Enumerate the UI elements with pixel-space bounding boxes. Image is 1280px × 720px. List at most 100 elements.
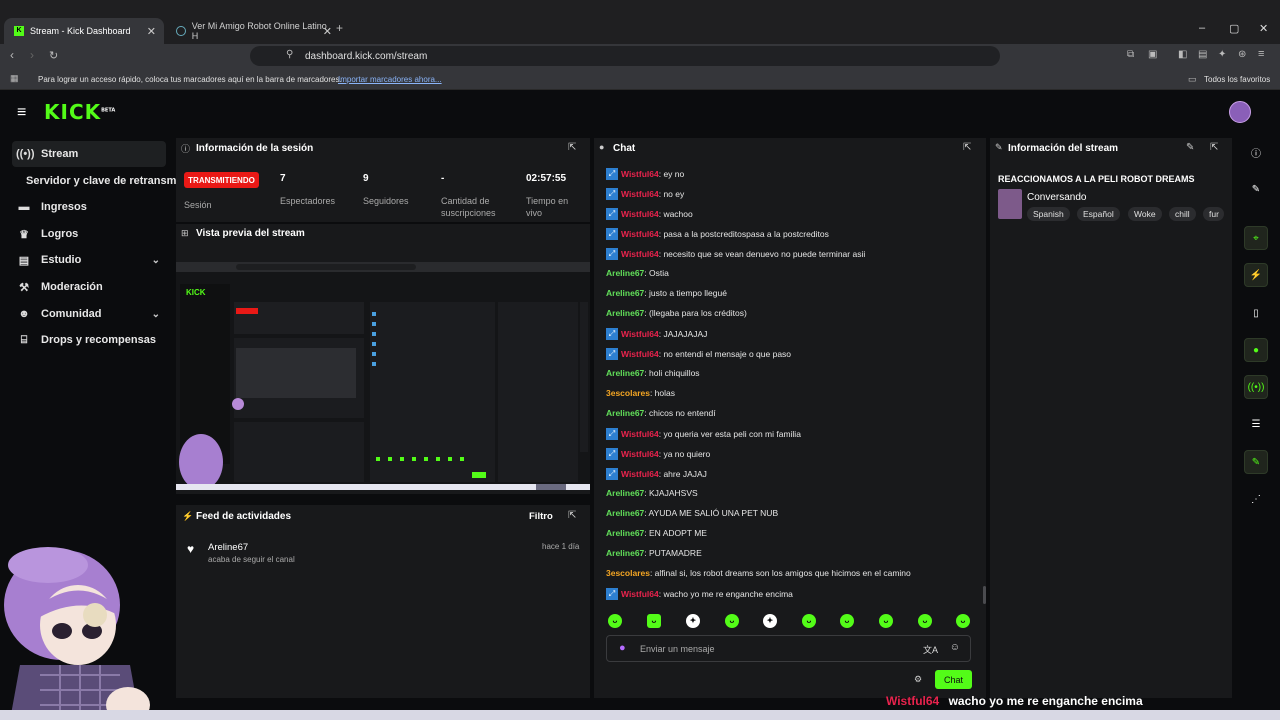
badge-icon[interactable]: ⤢ [606,228,618,240]
emote-icon[interactable]: ᴗ [802,614,816,628]
chat-username[interactable]: Wistful64 [621,469,659,479]
badge-icon[interactable]: ⤢ [606,168,618,180]
chat-username[interactable]: Wistful64 [621,429,659,439]
settings-gear-icon[interactable]: ⚙ [914,674,922,685]
chat-bubble-icon[interactable]: ● [1244,338,1268,362]
address-bar[interactable]: ⚲ dashboard.kick.com/stream [250,46,1000,66]
chat-username[interactable]: Areline67 [606,548,644,558]
sidebar-item-estudio[interactable]: ▤ Estudio ⌄ [12,247,166,273]
activity-user[interactable]: Areline67 [208,542,248,553]
avatar[interactable] [1229,101,1251,123]
chat-username[interactable]: Wistful64 [621,169,659,179]
sidebar-item-ingresos[interactable]: ▬ Ingresos [12,194,166,220]
focus-icon[interactable]: ⌖ [1244,226,1268,250]
chat-input[interactable]: ● Enviar un mensaje 文A ☺ [606,635,971,662]
info-icon[interactable]: ⓘ [1244,140,1268,164]
edit-icon[interactable]: ✎ [1186,142,1194,153]
badge-icon[interactable]: ⤢ [606,248,618,260]
tab-stream-kick[interactable]: K Stream - Kick Dashboard ✕ [4,18,164,44]
badge-icon[interactable]: ⤢ [606,348,618,360]
screenshot-icon[interactable]: ▣ [1148,49,1157,60]
emote-icon[interactable]: ᴗ [879,614,893,628]
import-bookmarks-link[interactable]: Importar marcadores ahora... [338,75,442,84]
badge-icon[interactable]: ⤢ [606,588,618,600]
sidebar-item-logros[interactable]: ♛ Logros [12,221,166,247]
badge-icon[interactable]: ⤢ [606,328,618,340]
stream-preview-video[interactable]: KICK [176,262,590,490]
tab-close-icon[interactable]: ✕ [147,25,156,38]
wallet-icon[interactable]: ▤ [1198,49,1207,60]
chat-username[interactable]: Wistful64 [621,249,659,259]
document-icon[interactable]: ▯ [1244,301,1268,325]
popout-icon[interactable]: ⇱ [568,142,576,153]
sidebar-item-server-key[interactable]: Servidor y clave de retransmisión [22,168,176,194]
filter-button[interactable]: Filtro [529,511,553,522]
reload-icon[interactable]: ↻ [49,49,58,62]
tag-chip[interactable]: Español [1077,207,1120,221]
kick-logo[interactable]: KICKBETA [44,100,115,124]
badge-icon[interactable]: ⤢ [606,188,618,200]
chat-username[interactable]: Wistful64 [621,209,659,219]
site-info-icon[interactable]: ⚲ [286,49,293,60]
chat-username[interactable]: Areline67 [606,488,644,498]
chat-scrollbar[interactable] [983,586,986,604]
chevron-down-icon[interactable]: ⌄ [152,309,160,320]
forward-icon[interactable]: › [30,48,34,62]
emote-icon[interactable]: ✦ [686,614,700,628]
broadcast-icon[interactable]: ((•)) [1244,375,1268,399]
apps-grid-icon[interactable]: ▦ [10,73,19,84]
translate-icon[interactable]: 文A [923,643,938,656]
back-icon[interactable]: ‹ [10,48,14,62]
hamburger-menu-icon[interactable]: ≡ [17,104,26,122]
emote-icon[interactable]: ✦ [763,614,777,628]
chat-username[interactable]: Areline67 [606,368,644,378]
chat-username[interactable]: Areline67 [606,268,644,278]
emote-icon[interactable]: ᴗ [956,614,970,628]
sidebar-item-stream[interactable]: ((•)) Stream [12,141,166,167]
tag-chip[interactable]: Spanish [1027,207,1070,221]
chat-username[interactable]: Areline67 [606,408,644,418]
badge-icon[interactable]: ⤢ [606,428,618,440]
tag-chip[interactable]: Woke [1128,207,1162,221]
category-name[interactable]: Conversando [1027,192,1086,203]
category-thumbnail[interactable] [998,189,1022,219]
chat-username[interactable]: Areline67 [606,508,644,518]
layers-icon[interactable]: ☰ [1244,412,1268,436]
emote-icon[interactable]: ᴗ [840,614,854,628]
maximize-icon[interactable]: ▢ [1229,22,1239,35]
sidebar-item-moderacion[interactable]: ⚒ Moderación [12,274,166,300]
all-bookmarks[interactable]: Todos los favoritos [1204,75,1270,84]
extensions-icon[interactable]: ⧉ [1127,49,1134,60]
microphone-icon[interactable]: ● [619,642,626,654]
emoji-icon[interactable]: ☺ [950,642,960,653]
popout-icon[interactable]: ⇱ [963,142,971,153]
window-close-icon[interactable]: ✕ [1259,22,1268,35]
emote-icon[interactable]: ᴗ [608,614,622,628]
vpn-icon[interactable]: ⊛ [1238,49,1246,60]
chat-username[interactable]: Areline67 [606,288,644,298]
chat-username[interactable]: 3escolares [606,568,650,578]
popout-icon[interactable]: ⇱ [1210,142,1218,153]
badge-icon[interactable]: ⤢ [606,448,618,460]
chat-username[interactable]: Wistful64 [621,229,659,239]
chat-username[interactable]: Wistful64 [621,449,659,459]
chat-username[interactable]: Wistful64 [621,349,659,359]
chat-username[interactable]: Wistful64 [621,329,659,339]
emote-icon[interactable]: ᴗ [725,614,739,628]
emote-icon[interactable]: ᴗ [918,614,932,628]
tab-close-icon[interactable]: ✕ [323,25,332,38]
new-tab-icon[interactable]: + [336,21,343,35]
menu-icon[interactable]: ≡ [1258,48,1264,60]
badge-icon[interactable]: ⤢ [606,208,618,220]
popout-icon[interactable]: ⇱ [568,510,576,521]
sidebar-item-comunidad[interactable]: ☻ Comunidad ⌄ [12,301,166,327]
chat-username[interactable]: 3escolares [606,388,650,398]
ai-icon[interactable]: ✦ [1218,49,1226,60]
emote-icon[interactable]: ᴗ [647,614,661,628]
minimize-icon[interactable]: – [1199,22,1205,34]
sidebar-toggle-icon[interactable]: ◧ [1178,49,1187,60]
chat-username[interactable]: Areline67 [606,528,644,538]
edit-icon[interactable]: ✎ [1244,177,1268,201]
share-nodes-icon[interactable]: ⋰ [1244,487,1268,511]
badge-icon[interactable]: ⤢ [606,468,618,480]
